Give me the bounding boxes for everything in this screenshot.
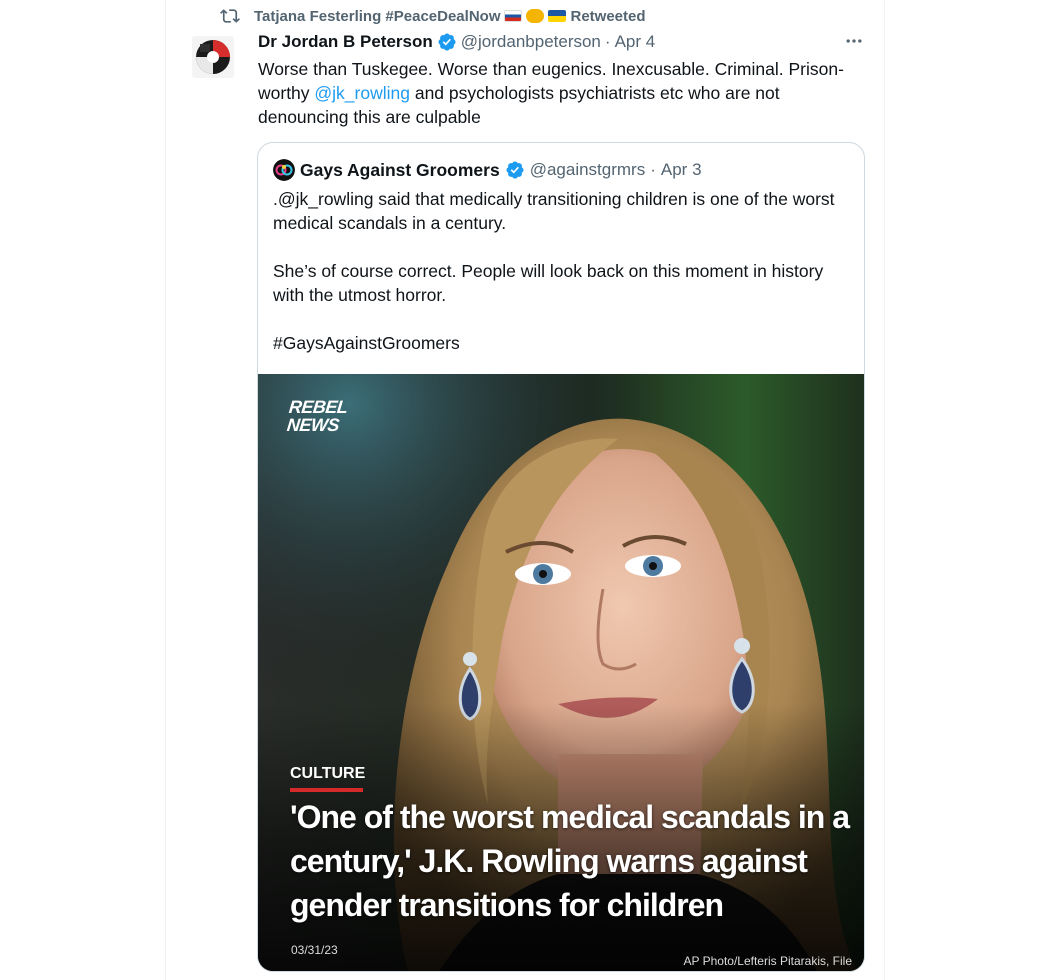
mention-link[interactable]: @jk_rowling — [314, 83, 410, 103]
tweet-date[interactable]: Apr 4 — [615, 32, 656, 52]
image-headline: 'One of the worst medical scandals in a … — [290, 799, 850, 923]
quoted-tweet-header: Gays Against Groomers @againstgrmrs · Ap… — [273, 157, 702, 183]
retweeted-suffix: Retweeted — [570, 7, 646, 25]
retweet-context[interactable]: Tatjana Festerling #PeaceDealNow Retweet… — [220, 5, 646, 27]
image-category-label: CULTURE — [290, 765, 366, 782]
verified-badge-icon — [437, 32, 457, 52]
quoted-tweet-card[interactable]: Gays Against Groomers @againstgrmrs · Ap… — [257, 142, 865, 972]
quoted-author-avatar[interactable] — [273, 159, 295, 181]
author-name[interactable]: Dr Jordan B Peterson — [258, 32, 433, 52]
more-options-button[interactable] — [843, 30, 865, 52]
retweet-icon — [220, 6, 240, 26]
quoted-tweet-date[interactable]: Apr 3 — [661, 160, 702, 180]
author-avatar[interactable] — [192, 36, 234, 78]
tweet-header: Dr Jordan B Peterson @jordanbpeterson · … — [258, 30, 655, 54]
retweeter-name[interactable]: Tatjana Festerling #PeaceDealNow — [254, 8, 500, 25]
retweet-label: Tatjana Festerling #PeaceDealNow Retweet… — [254, 8, 646, 25]
image-credit: AP Photo/Lefteris Pitarakis, File — [683, 954, 852, 968]
category-underline — [290, 788, 363, 792]
russian-flag-emoji — [504, 10, 523, 22]
quoted-paragraph-2: She’s of course correct. People will loo… — [273, 261, 824, 305]
quoted-tweet-body: .@jk_rowling said that medically transit… — [273, 187, 853, 355]
separator-dot: · — [604, 32, 611, 51]
more-icon — [846, 39, 862, 43]
handshake-emoji — [526, 9, 545, 23]
author-handle[interactable]: @jordanbpeterson — [461, 32, 601, 52]
quoted-separator-dot: · — [650, 160, 656, 179]
rebel-news-logo: REBEL NEWS — [286, 397, 349, 435]
quoted-verified-badge-icon — [505, 160, 525, 180]
image-date: 03/31/23 — [291, 943, 338, 957]
tweet-body: Worse than Tuskegee. Worse than eugenics… — [258, 57, 858, 129]
quoted-paragraph-1: .@jk_rowling said that medically transit… — [273, 189, 835, 233]
quoted-media-image[interactable]: REBEL NEWS CULTURE 'One of the worst med… — [258, 374, 864, 971]
quoted-author-handle[interactable]: @againstgrmrs — [530, 160, 646, 180]
ukrainian-flag-emoji — [548, 10, 567, 22]
quoted-hashtag[interactable]: #GaysAgainstGroomers — [273, 331, 853, 355]
quoted-author-name[interactable]: Gays Against Groomers — [300, 160, 500, 181]
